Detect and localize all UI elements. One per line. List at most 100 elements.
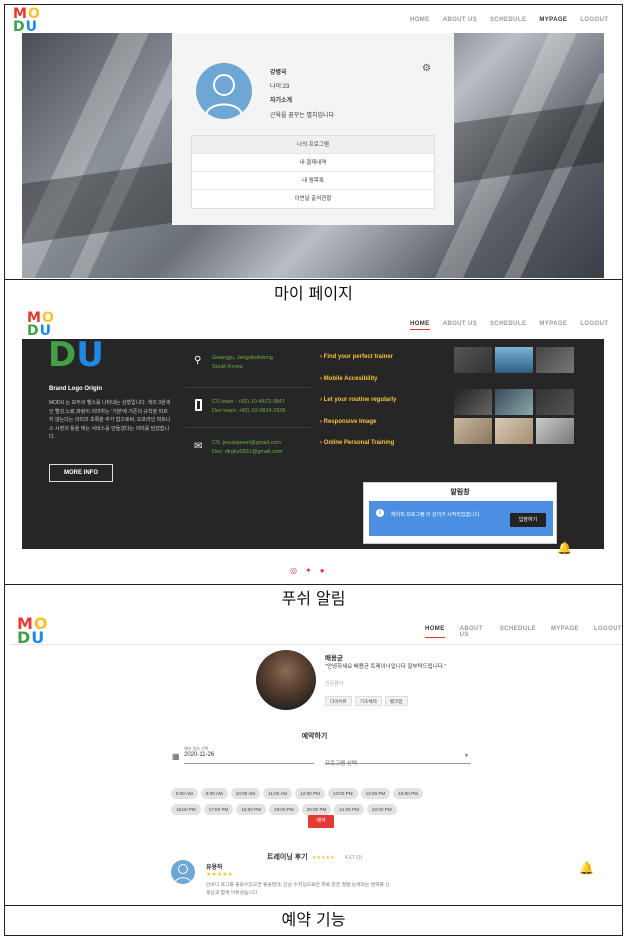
tag-bulkup: 벌크업 (384, 696, 408, 706)
field-label: 전문분야 (325, 681, 344, 687)
gallery-image[interactable] (495, 389, 533, 415)
facebook-icon[interactable]: ● (320, 566, 325, 575)
bell-icon[interactable]: 🔔 (557, 541, 572, 555)
gear-icon[interactable]: ⚙ (422, 63, 431, 74)
program-select-placeholder: 프로그램 선택 (325, 761, 357, 767)
mypage-menu: 나의 프로그램 내 결제내역 내 찜목록 이번달 출석현황 (191, 135, 435, 209)
menu-my-payments[interactable]: 내 결제내역 (192, 154, 434, 172)
feature-item[interactable]: › Mobile Accesibility (320, 369, 396, 391)
nav-schedule[interactable]: SCHEDULE (490, 321, 526, 330)
bell-icon[interactable]: 🔔 (579, 861, 594, 875)
feature-item[interactable]: › Let your routine regularly (320, 390, 396, 412)
instagram-icon[interactable]: ◎ (290, 566, 297, 575)
menu-my-wishlist[interactable]: 내 찜목록 (192, 172, 434, 190)
reserve-button[interactable]: 예약 (308, 815, 334, 828)
emails: CS: jesuisjavert@gmail.com Dev: dlrgks083… (212, 440, 283, 455)
gallery-image[interactable] (454, 347, 492, 373)
gallery-image[interactable] (536, 389, 574, 415)
review-rating: 4.67 (3) (344, 855, 363, 861)
time-slot[interactable]: 17:00 PM (203, 804, 234, 815)
address: Gwangju, Jangdeokdong South Korea (212, 355, 273, 370)
social-links: ◎ ✦ ● (290, 566, 325, 575)
nav-home[interactable]: HOME (410, 17, 430, 23)
nav-about[interactable]: ABOUT US (443, 321, 478, 330)
gallery-image[interactable] (495, 347, 533, 373)
reservation-title: 예약하기 (301, 733, 328, 740)
gallery-image[interactable] (454, 389, 492, 415)
feature-list: › Find your perfect trainer › Mobile Acc… (320, 347, 396, 455)
time-slot[interactable]: 20:00 PM (301, 804, 332, 815)
top-nav: HOME ABOUT US SCHEDULE MYPAGE LOGOUT (410, 17, 608, 23)
enter-button[interactable]: 입장하기 (510, 513, 546, 527)
nav-home[interactable]: HOME (425, 626, 445, 638)
brand-title: Brand Logo Origin (49, 386, 102, 392)
gallery-image[interactable] (536, 347, 574, 373)
nav-about[interactable]: ABOUT US (460, 626, 485, 638)
tag-diet: 다이어트 (325, 696, 352, 706)
profile-avatar (196, 63, 252, 119)
calendar-icon[interactable]: ▦ (172, 752, 180, 761)
nav-home[interactable]: HOME (410, 321, 430, 330)
nav-schedule[interactable]: SCHEDULE (500, 626, 536, 638)
profile-name: 강병국 (270, 70, 287, 76)
nav-logout[interactable]: LOGOUT (594, 626, 622, 638)
time-slot[interactable]: 21:00 PM (334, 804, 365, 815)
feature-item[interactable]: › Find your perfect trainer (320, 347, 396, 369)
modu-logo[interactable]: MO DU (17, 616, 49, 646)
info-icon: i (376, 509, 384, 517)
reviewer-avatar (171, 860, 195, 884)
trainer-tags: 다이어트 기초체력 벌크업 (325, 690, 411, 708)
reviewer-name: 유용하 (206, 865, 223, 871)
chevron-down-icon: ▼ (464, 753, 469, 759)
caption-mypage: 마이 페이지 (4, 280, 623, 310)
nav-logout[interactable]: LOGOUT (580, 17, 608, 23)
caption-push: 푸쉬 알림 (4, 585, 623, 615)
location-icon: ⚲ (194, 355, 202, 366)
nav-mypage[interactable]: MYPAGE (539, 321, 567, 330)
footer-logo: DU (48, 335, 104, 375)
reviewer-stars: ★★★★★ (206, 872, 233, 878)
review-text: 인바디 로그를 올릴수있으면 좋을텐데, 단순 수치상으로만 뭐봐 같은 형발 … (206, 883, 390, 896)
nav-schedule[interactable]: SCHEDULE (490, 17, 526, 23)
phone-icon (195, 399, 202, 411)
trainer-quote: "안녕하세요 배용균 트레이너입니다 잘부탁드립니다." (325, 664, 447, 670)
notification-title: 알림창 (450, 489, 470, 496)
feature-item[interactable]: › Responsive Image (320, 412, 396, 434)
trainer-photo (256, 650, 316, 710)
gallery-image[interactable] (495, 418, 533, 444)
top-nav: HOME ABOUT US SCHEDULE MYPAGE LOGOUT (425, 626, 622, 638)
time-slot[interactable]: 16:00 PM (171, 804, 201, 815)
menu-attendance[interactable]: 이번달 출석현황 (192, 190, 434, 208)
notification-bar: i 헤이직 프로그램 이 강의가 시작되었습니다. 입장하기 (369, 501, 553, 536)
twitter-icon[interactable]: ✦ (305, 566, 312, 575)
gallery-image[interactable] (536, 418, 574, 444)
feature-item[interactable]: › Online Personal Training (320, 433, 396, 455)
screenshot-mypage: MO DU HOME ABOUT US SCHEDULE MYPAGE LOGO… (4, 4, 623, 280)
intro-title: 자기소개 (270, 98, 293, 104)
nav-mypage[interactable]: MYPAGE (539, 17, 567, 23)
profile-age: 나이:23 (270, 84, 290, 90)
time-slot[interactable]: 18:00 PM (236, 804, 267, 815)
nav-logout[interactable]: LOGOUT (580, 321, 608, 330)
screenshot-push: MO DU HOME ABOUT US SCHEDULE MYPAGE LOGO… (4, 309, 623, 585)
intro-text: 근육을 꿈꾸는 멸치입니다 (270, 113, 335, 119)
nav-about[interactable]: ABOUT US (443, 17, 478, 23)
notification-message: 헤이직 프로그램 이 강의가 시작되었습니다. (391, 512, 481, 518)
nav-mypage[interactable]: MYPAGE (551, 626, 579, 638)
tag-basic-fitness: 기초체력 (354, 696, 382, 706)
more-info-button[interactable]: MORE INFO (49, 464, 113, 482)
review-stars: ★★★★★ (312, 855, 335, 861)
modu-logo[interactable]: MO DU (13, 7, 41, 34)
time-slot[interactable]: 22:00 PM (367, 804, 397, 815)
menu-my-program[interactable]: 나의 프로그램 (192, 136, 434, 154)
time-slot[interactable]: 19:00 PM (269, 804, 299, 815)
brand-text: MODU 는 모두의 헬스를 나타내는 상형입니다. 색의 3원색인 빨강,노랑… (49, 400, 171, 440)
trainer-name: 배용균 (325, 655, 343, 662)
review-title-row: 트레이닝 후기 ★★★★★ 4.67 (3) (267, 846, 362, 864)
date-input[interactable]: 2020-11-26 (184, 752, 314, 764)
photo-gallery (454, 347, 574, 444)
notification-popup: 알림창 i 헤이직 프로그램 이 강의가 시작되었습니다. 입장하기 (363, 482, 557, 544)
gallery-image[interactable] (454, 418, 492, 444)
program-select[interactable]: 프로그램 선택 ▼ (325, 752, 471, 767)
mail-icon: ✉ (194, 441, 203, 452)
